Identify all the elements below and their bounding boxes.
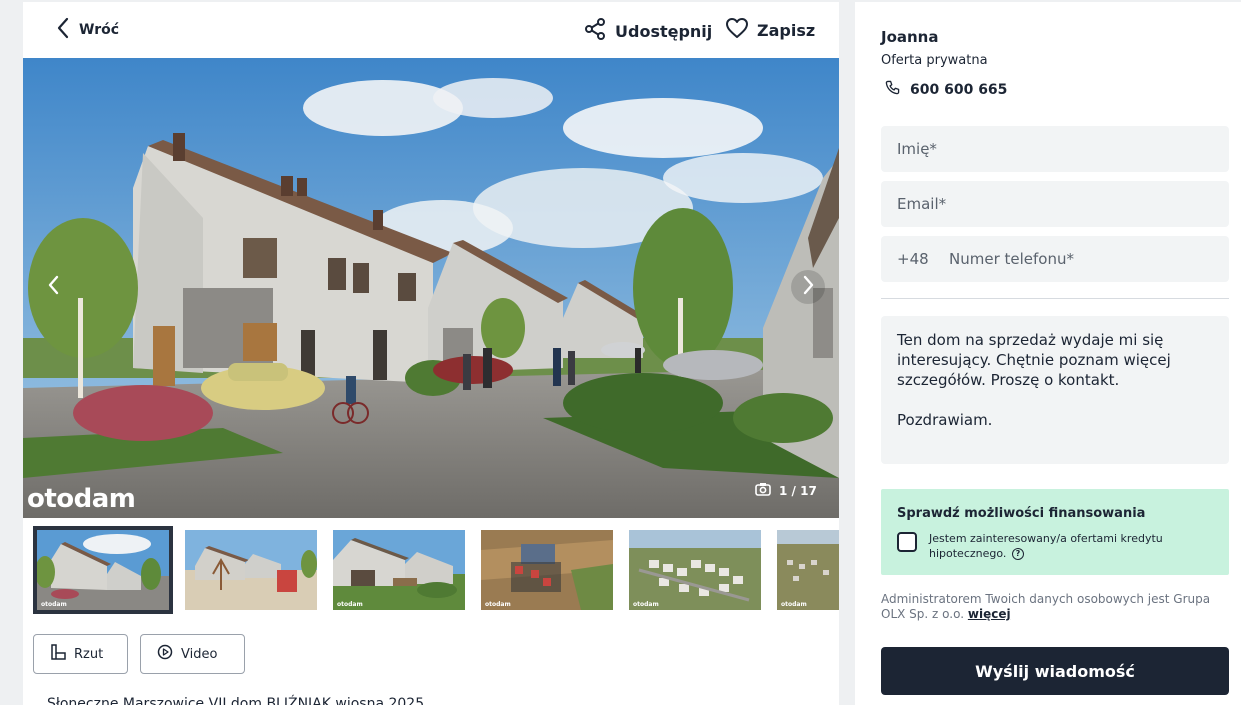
seller-phone-number: 600 600 665	[910, 81, 1008, 98]
svg-text:otodam: otodam	[781, 601, 807, 608]
gallery-panel: Wróć Udostępnij Zapisz otodam 1 / 17 oto…	[23, 2, 839, 705]
watermark-logo: otodam	[27, 484, 136, 514]
thumbnail-image	[185, 530, 317, 610]
play-circle-icon	[157, 644, 173, 664]
share-label: Udostępnij	[615, 21, 713, 41]
seller-name: Joanna	[881, 28, 939, 46]
svg-text:otodam: otodam	[633, 601, 659, 608]
back-button[interactable]: Wróć	[57, 17, 120, 43]
email-field[interactable]: Email*	[881, 181, 1229, 227]
listing-title: Słoneczne Marszowice VII dom BLIŹNIAK wi…	[47, 696, 425, 705]
mortgage-checkbox[interactable]	[897, 532, 917, 552]
top-bar: Wróć Udostępnij Zapisz	[23, 2, 839, 58]
thumbnail-image: otodam	[777, 530, 839, 610]
phone-field[interactable]: +48 Numer telefonu*	[881, 236, 1229, 282]
thumbnail-image: otodam	[481, 530, 613, 610]
heart-icon	[725, 17, 749, 43]
phone-prefix: +48	[897, 250, 929, 268]
divider	[881, 298, 1229, 299]
mortgage-checkbox-text: Jestem zainteresowany/a ofertami kredytu…	[929, 532, 1163, 560]
svg-text:otodam: otodam	[337, 601, 363, 608]
name-placeholder: Imię*	[897, 140, 937, 158]
main-photo-image	[23, 58, 839, 518]
save-button[interactable]: Zapisz	[725, 17, 815, 43]
seller-type: Oferta prywatna	[881, 53, 988, 68]
contact-panel: Joanna Oferta prywatna 600 600 665 Imię*…	[855, 2, 1241, 705]
video-button[interactable]: Video	[140, 634, 245, 674]
floorplan-label: Rzut	[74, 646, 104, 662]
chevron-left-icon	[57, 17, 69, 43]
thumbnail-image: otodam	[37, 530, 169, 610]
svg-text:otodam: otodam	[41, 601, 67, 608]
seller-phone[interactable]: 600 600 665	[885, 80, 1007, 99]
privacy-text: Administratorem Twoich danych osobowych …	[881, 592, 1211, 621]
svg-text:otodam: otodam	[485, 601, 511, 608]
thumbnail-image: otodam	[333, 530, 465, 610]
photo-counter: 1 / 17	[755, 482, 817, 499]
video-label: Video	[181, 646, 218, 662]
thumbnail-6[interactable]: otodam	[777, 530, 839, 610]
thumbnail-image: otodam	[629, 530, 761, 610]
photo-counter-text: 1 / 17	[779, 483, 817, 498]
chevron-right-icon	[802, 275, 814, 299]
mortgage-checkbox-label: Jestem zainteresowany/a ofertami kredytu…	[929, 531, 1219, 561]
email-placeholder: Email*	[897, 195, 947, 213]
thumbnail-1[interactable]: otodam	[33, 526, 173, 614]
share-button[interactable]: Udostępnij	[583, 17, 712, 45]
financing-box: Sprawdź możliwości finansowania Jestem z…	[881, 489, 1229, 575]
thumbnail-5[interactable]: otodam	[629, 530, 761, 610]
help-icon[interactable]: ?	[1011, 548, 1024, 560]
camera-icon	[755, 482, 771, 499]
phone-icon	[885, 80, 900, 99]
thumbnail-3[interactable]: otodam	[333, 530, 465, 610]
privacy-more-link[interactable]: więcej	[968, 607, 1011, 621]
privacy-notice: Administratorem Twoich danych osobowych …	[881, 592, 1237, 622]
main-photo[interactable]: otodam 1 / 17	[23, 58, 839, 518]
thumbnail-strip: otodam otodam otodam otodam otodam	[33, 526, 839, 614]
save-label: Zapisz	[757, 20, 816, 40]
send-message-button[interactable]: Wyślij wiadomość	[881, 647, 1229, 695]
back-label: Wróć	[79, 22, 120, 38]
message-textarea[interactable]: Ten dom na sprzedaż wydaje mi się intere…	[881, 316, 1229, 464]
next-photo-button[interactable]	[791, 270, 825, 304]
floorplan-button[interactable]: Rzut	[33, 634, 128, 674]
phone-placeholder: Numer telefonu*	[949, 250, 1074, 268]
previous-photo-button[interactable]	[37, 270, 71, 304]
chevron-left-icon	[48, 275, 60, 299]
thumbnail-4[interactable]: otodam	[481, 530, 613, 610]
thumbnail-2[interactable]	[185, 530, 317, 610]
floorplan-icon	[50, 644, 66, 664]
name-field[interactable]: Imię*	[881, 126, 1229, 172]
financing-title: Sprawdź możliwości finansowania	[897, 506, 1146, 521]
share-icon	[583, 17, 607, 45]
